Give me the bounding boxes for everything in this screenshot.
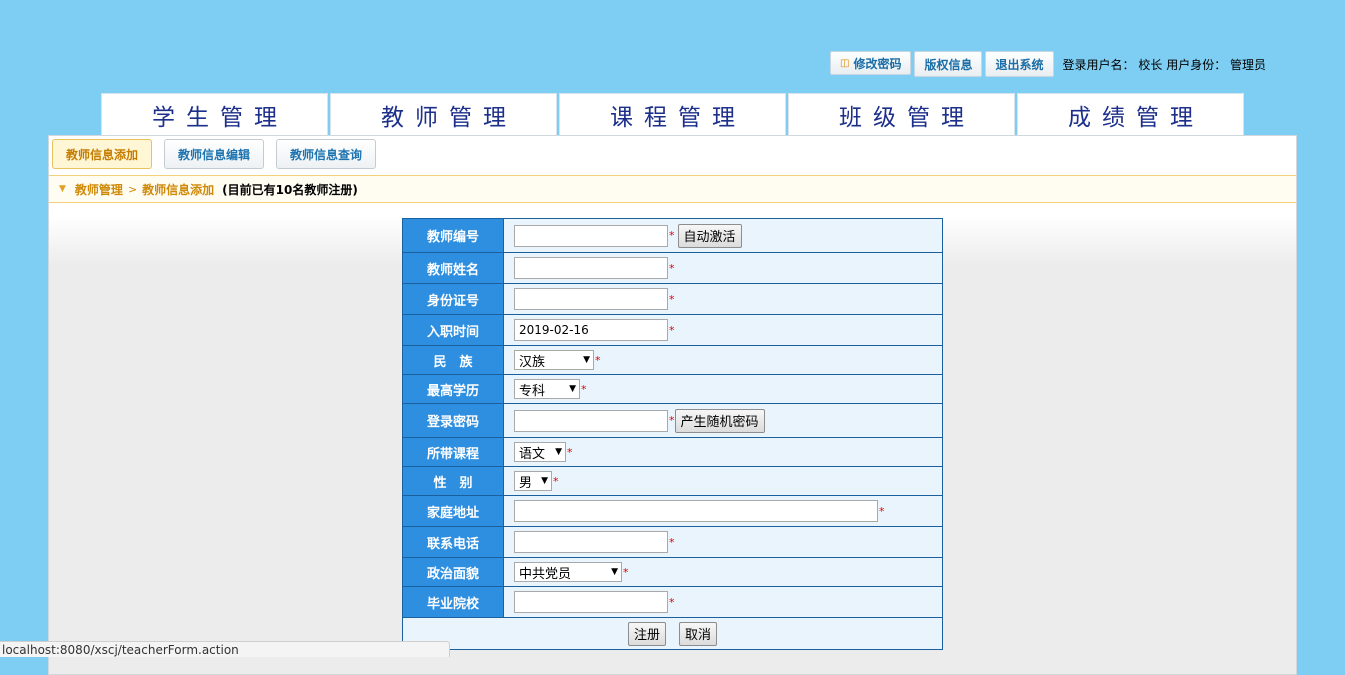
dropdown-arrow-icon: ▼ (541, 476, 548, 486)
form-row: 所带课程 语文 ▼ * (402, 437, 943, 467)
role-label: 用户身份： (1166, 57, 1227, 72)
address-input[interactable] (514, 500, 878, 522)
teacher-count-note: (目前已有10名教师注册) (222, 182, 358, 197)
id-number-input[interactable] (514, 288, 668, 310)
content-panel: 教师信息添加 教师信息编辑 教师信息查询 ▼ 教师管理 > 教师信息添加 (目前… (48, 135, 1297, 675)
teacher-form: 教师编号 * 自动激活 教师姓名 * 身份证号 * 入职时间 2019-02-1… (402, 218, 943, 650)
module-score[interactable]: 成绩管理 (1017, 93, 1244, 135)
form-row: 联系电话 * (402, 526, 943, 558)
copyright-button[interactable]: 版权信息 (914, 51, 983, 77)
tab-teacher-query[interactable]: 教师信息查询 (276, 139, 377, 169)
account-bar: ◫ 修改密码 版权信息 退出系统 登录用户名： 校长 用户身份： 管理员 (830, 50, 1266, 78)
form-row: 性 别 男 ▼ * (402, 466, 943, 496)
browser-status-url: localhost:8080/xscj/teacherForm.action (0, 641, 450, 657)
required-mark: * (669, 414, 675, 427)
tab-teacher-edit[interactable]: 教师信息编辑 (164, 139, 265, 169)
breadcrumb: ▼ 教师管理 > 教师信息添加 (目前已有10名教师注册) (49, 175, 1296, 203)
auto-activate-button[interactable]: 自动激活 (677, 223, 742, 248)
form-row: 最高学历 专科 ▼ * (402, 374, 943, 404)
hire-date-input[interactable] (514, 319, 668, 341)
teacher-name-input[interactable] (514, 257, 668, 279)
form-row: 家庭地址 * (402, 495, 943, 527)
form-row: 民 族 汉族 ▼ * (402, 345, 943, 375)
form-row: 入职时间 * (402, 314, 943, 346)
module-class[interactable]: 班级管理 (788, 93, 1015, 135)
tab-teacher-add[interactable]: 教师信息添加 (52, 139, 153, 169)
field-label: 最高学历 (402, 374, 504, 404)
subtabs: 教师信息添加 教师信息编辑 教师信息查询 (52, 139, 388, 169)
field-label: 政治面貌 (402, 557, 504, 587)
breadcrumb-parent[interactable]: 教师管理 (75, 181, 123, 198)
dropdown-arrow-icon: ▼ (611, 567, 618, 577)
user-info: 登录用户名： 校长 用户身份： 管理员 (1063, 56, 1267, 73)
field-label: 民 族 (402, 345, 504, 375)
dropdown-arrow-icon: ▼ (583, 355, 590, 365)
required-mark: * (669, 535, 675, 549)
caret-down-icon: ▼ (59, 184, 66, 194)
dropdown-arrow-icon: ▼ (555, 447, 562, 457)
required-mark: * (567, 445, 573, 459)
random-password-button[interactable]: 产生随机密码 (674, 408, 765, 433)
field-label: 联系电话 (402, 526, 504, 558)
cancel-button[interactable]: 取消 (679, 621, 718, 646)
field-label: 身份证号 (402, 283, 504, 315)
course-select[interactable]: 语文 ▼ (514, 442, 566, 462)
required-mark: * (581, 382, 587, 396)
form-row: 教师编号 * 自动激活 (402, 218, 943, 253)
key-icon: ◫ (840, 57, 850, 69)
field-label: 毕业院校 (402, 586, 504, 618)
form-row: 身份证号 * (402, 283, 943, 315)
education-select[interactable]: 专科 ▼ (514, 379, 580, 399)
teacher-id-input[interactable] (514, 224, 668, 247)
form-row: 政治面貌 中共党员 ▼ * (402, 557, 943, 587)
form-row: 毕业院校 * (402, 586, 943, 618)
module-course[interactable]: 课程管理 (559, 93, 786, 135)
school-input[interactable] (514, 591, 668, 613)
user-label: 登录用户名： (1062, 57, 1135, 72)
field-label: 教师编号 (402, 218, 504, 253)
required-mark: * (669, 261, 675, 275)
field-label: 入职时间 (402, 314, 504, 346)
logout-button[interactable]: 退出系统 (985, 51, 1054, 77)
gender-select[interactable]: 男 ▼ (514, 471, 552, 491)
change-password-button[interactable]: ◫ 修改密码 (830, 51, 912, 75)
field-label: 登录密码 (402, 403, 504, 438)
ethnicity-select[interactable]: 汉族 ▼ (514, 350, 594, 370)
required-mark: * (669, 323, 675, 337)
field-label: 教师姓名 (402, 252, 504, 284)
breadcrumb-current[interactable]: 教师信息添加 (142, 181, 214, 198)
module-teacher[interactable]: 教师管理 (330, 93, 557, 135)
required-mark: * (595, 353, 601, 367)
required-mark: * (669, 229, 675, 242)
dropdown-arrow-icon: ▼ (569, 384, 576, 394)
field-label: 所带课程 (402, 437, 504, 467)
phone-input[interactable] (514, 531, 668, 553)
required-mark: * (623, 565, 629, 579)
module-nav: 学生管理 教师管理 课程管理 班级管理 成绩管理 (101, 93, 1246, 135)
user-name: 校长 (1138, 57, 1163, 72)
role-name: 管理员 (1230, 57, 1267, 72)
form-actions-row: 注册 取消 (402, 617, 943, 650)
password-input[interactable] (514, 409, 668, 432)
political-status-select[interactable]: 中共党员 ▼ (514, 562, 622, 582)
required-mark: * (669, 595, 675, 609)
breadcrumb-separator: > (127, 182, 138, 196)
field-label: 性 别 (402, 466, 504, 496)
form-row: 教师姓名 * (402, 252, 943, 284)
register-button[interactable]: 注册 (627, 621, 666, 646)
required-mark: * (879, 504, 885, 518)
required-mark: * (553, 474, 559, 488)
module-student[interactable]: 学生管理 (101, 93, 328, 135)
form-row: 登录密码 * 产生随机密码 (402, 403, 943, 438)
required-mark: * (669, 292, 675, 306)
field-label: 家庭地址 (402, 495, 504, 527)
